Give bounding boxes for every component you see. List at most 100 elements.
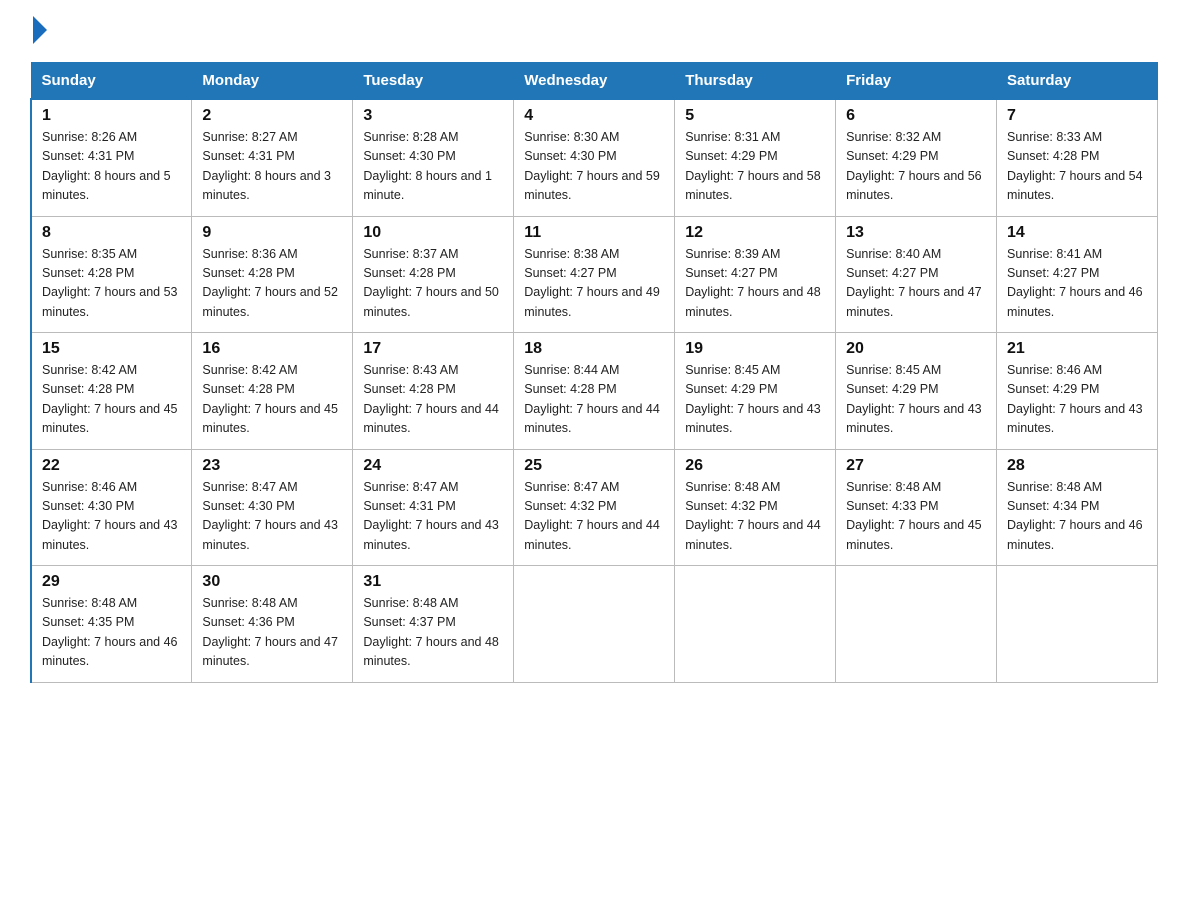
day-info: Sunrise: 8:46 AMSunset: 4:29 PMDaylight:… <box>1007 361 1147 439</box>
week-row-3: 15 Sunrise: 8:42 AMSunset: 4:28 PMDayligh… <box>31 333 1158 450</box>
table-row: 23 Sunrise: 8:47 AMSunset: 4:30 PMDayligh… <box>192 449 353 566</box>
day-info: Sunrise: 8:48 AMSunset: 4:34 PMDaylight:… <box>1007 478 1147 556</box>
table-row <box>675 566 836 683</box>
day-number: 19 <box>685 340 825 358</box>
day-number: 27 <box>846 457 986 475</box>
day-info: Sunrise: 8:41 AMSunset: 4:27 PMDaylight:… <box>1007 245 1147 323</box>
week-row-1: 1Sunrise: 8:26 AMSunset: 4:31 PMDaylight… <box>31 99 1158 216</box>
table-row: 25 Sunrise: 8:47 AMSunset: 4:32 PMDayligh… <box>514 449 675 566</box>
day-info: Sunrise: 8:47 AMSunset: 4:32 PMDaylight:… <box>524 478 664 556</box>
day-info: Sunrise: 8:30 AMSunset: 4:30 PMDaylight:… <box>524 128 664 206</box>
day-number: 14 <box>1007 224 1147 242</box>
day-info: Sunrise: 8:47 AMSunset: 4:31 PMDaylight:… <box>363 478 503 556</box>
day-number: 18 <box>524 340 664 358</box>
table-row: 18Sunrise: 8:44 AMSunset: 4:28 PMDayligh… <box>514 333 675 450</box>
table-row: 31 Sunrise: 8:48 AMSunset: 4:37 PMDayligh… <box>353 566 514 683</box>
day-info: Sunrise: 8:45 AMSunset: 4:29 PMDaylight:… <box>846 361 986 439</box>
table-row: 20 Sunrise: 8:45 AMSunset: 4:29 PMDayligh… <box>836 333 997 450</box>
table-row: 26Sunrise: 8:48 AMSunset: 4:32 PMDayligh… <box>675 449 836 566</box>
day-number: 25 <box>524 457 664 475</box>
day-info: Sunrise: 8:45 AMSunset: 4:29 PMDaylight:… <box>685 361 825 439</box>
table-row: 16Sunrise: 8:42 AMSunset: 4:28 PMDayligh… <box>192 333 353 450</box>
header-monday: Monday <box>192 63 353 100</box>
header-row: SundayMondayTuesdayWednesdayThursdayFrid… <box>31 63 1158 100</box>
day-number: 11 <box>524 224 664 242</box>
day-number: 16 <box>202 340 342 358</box>
page-header <box>30 20 1158 44</box>
table-row: 3Sunrise: 8:28 AMSunset: 4:30 PMDaylight… <box>353 99 514 216</box>
table-row: 1Sunrise: 8:26 AMSunset: 4:31 PMDaylight… <box>31 99 192 216</box>
day-info: Sunrise: 8:48 AMSunset: 4:36 PMDaylight:… <box>202 594 342 672</box>
day-number: 20 <box>846 340 986 358</box>
week-row-4: 22 Sunrise: 8:46 AMSunset: 4:30 PMDayligh… <box>31 449 1158 566</box>
table-row: 10 Sunrise: 8:37 AMSunset: 4:28 PMDayligh… <box>353 216 514 333</box>
table-row: 27Sunrise: 8:48 AMSunset: 4:33 PMDayligh… <box>836 449 997 566</box>
table-row <box>836 566 997 683</box>
table-row: 2 Sunrise: 8:27 AMSunset: 4:31 PMDaylight… <box>192 99 353 216</box>
day-number: 13 <box>846 224 986 242</box>
day-number: 22 <box>42 457 181 475</box>
header-thursday: Thursday <box>675 63 836 100</box>
day-number: 12 <box>685 224 825 242</box>
day-number: 2 <box>202 107 342 125</box>
table-row: 22 Sunrise: 8:46 AMSunset: 4:30 PMDayligh… <box>31 449 192 566</box>
day-info: Sunrise: 8:48 AMSunset: 4:37 PMDaylight:… <box>363 594 503 672</box>
day-number: 24 <box>363 457 503 475</box>
table-row: 6 Sunrise: 8:32 AMSunset: 4:29 PMDaylight… <box>836 99 997 216</box>
logo-triangle-icon <box>33 16 47 44</box>
day-number: 15 <box>42 340 181 358</box>
day-info: Sunrise: 8:47 AMSunset: 4:30 PMDaylight:… <box>202 478 342 556</box>
day-info: Sunrise: 8:33 AMSunset: 4:28 PMDaylight:… <box>1007 128 1147 206</box>
day-number: 4 <box>524 107 664 125</box>
day-info: Sunrise: 8:35 AMSunset: 4:28 PMDaylight:… <box>42 245 181 323</box>
calendar-header: SundayMondayTuesdayWednesdayThursdayFrid… <box>31 63 1158 100</box>
day-info: Sunrise: 8:36 AMSunset: 4:28 PMDaylight:… <box>202 245 342 323</box>
day-number: 9 <box>202 224 342 242</box>
calendar-body: 1Sunrise: 8:26 AMSunset: 4:31 PMDaylight… <box>31 99 1158 682</box>
table-row: 14 Sunrise: 8:41 AMSunset: 4:27 PMDayligh… <box>997 216 1158 333</box>
day-number: 17 <box>363 340 503 358</box>
day-number: 8 <box>42 224 181 242</box>
day-number: 31 <box>363 573 503 591</box>
day-number: 7 <box>1007 107 1147 125</box>
table-row: 7 Sunrise: 8:33 AMSunset: 4:28 PMDaylight… <box>997 99 1158 216</box>
day-number: 21 <box>1007 340 1147 358</box>
week-row-5: 29Sunrise: 8:48 AMSunset: 4:35 PMDayligh… <box>31 566 1158 683</box>
day-info: Sunrise: 8:37 AMSunset: 4:28 PMDaylight:… <box>363 245 503 323</box>
table-row: 28 Sunrise: 8:48 AMSunset: 4:34 PMDayligh… <box>997 449 1158 566</box>
table-row: 21 Sunrise: 8:46 AMSunset: 4:29 PMDayligh… <box>997 333 1158 450</box>
table-row: 5 Sunrise: 8:31 AMSunset: 4:29 PMDaylight… <box>675 99 836 216</box>
day-info: Sunrise: 8:40 AMSunset: 4:27 PMDaylight:… <box>846 245 986 323</box>
table-row: 11 Sunrise: 8:38 AMSunset: 4:27 PMDayligh… <box>514 216 675 333</box>
day-number: 5 <box>685 107 825 125</box>
day-number: 28 <box>1007 457 1147 475</box>
day-number: 10 <box>363 224 503 242</box>
day-info: Sunrise: 8:27 AMSunset: 4:31 PMDaylight:… <box>202 128 342 206</box>
table-row: 13 Sunrise: 8:40 AMSunset: 4:27 PMDayligh… <box>836 216 997 333</box>
day-info: Sunrise: 8:32 AMSunset: 4:29 PMDaylight:… <box>846 128 986 206</box>
table-row: 17Sunrise: 8:43 AMSunset: 4:28 PMDayligh… <box>353 333 514 450</box>
table-row: 4 Sunrise: 8:30 AMSunset: 4:30 PMDaylight… <box>514 99 675 216</box>
header-saturday: Saturday <box>997 63 1158 100</box>
table-row: 8 Sunrise: 8:35 AMSunset: 4:28 PMDaylight… <box>31 216 192 333</box>
day-number: 30 <box>202 573 342 591</box>
day-info: Sunrise: 8:31 AMSunset: 4:29 PMDaylight:… <box>685 128 825 206</box>
day-info: Sunrise: 8:48 AMSunset: 4:35 PMDaylight:… <box>42 594 181 672</box>
table-row: 12 Sunrise: 8:39 AMSunset: 4:27 PMDayligh… <box>675 216 836 333</box>
table-row: 24 Sunrise: 8:47 AMSunset: 4:31 PMDayligh… <box>353 449 514 566</box>
day-info: Sunrise: 8:46 AMSunset: 4:30 PMDaylight:… <box>42 478 181 556</box>
header-sunday: Sunday <box>31 63 192 100</box>
calendar-table: SundayMondayTuesdayWednesdayThursdayFrid… <box>30 62 1158 683</box>
day-number: 1 <box>42 107 181 125</box>
header-friday: Friday <box>836 63 997 100</box>
table-row <box>997 566 1158 683</box>
table-row <box>514 566 675 683</box>
day-info: Sunrise: 8:42 AMSunset: 4:28 PMDaylight:… <box>42 361 181 439</box>
table-row: 29Sunrise: 8:48 AMSunset: 4:35 PMDayligh… <box>31 566 192 683</box>
day-number: 6 <box>846 107 986 125</box>
logo <box>30 20 47 44</box>
day-info: Sunrise: 8:48 AMSunset: 4:32 PMDaylight:… <box>685 478 825 556</box>
day-number: 23 <box>202 457 342 475</box>
day-info: Sunrise: 8:39 AMSunset: 4:27 PMDaylight:… <box>685 245 825 323</box>
day-info: Sunrise: 8:38 AMSunset: 4:27 PMDaylight:… <box>524 245 664 323</box>
